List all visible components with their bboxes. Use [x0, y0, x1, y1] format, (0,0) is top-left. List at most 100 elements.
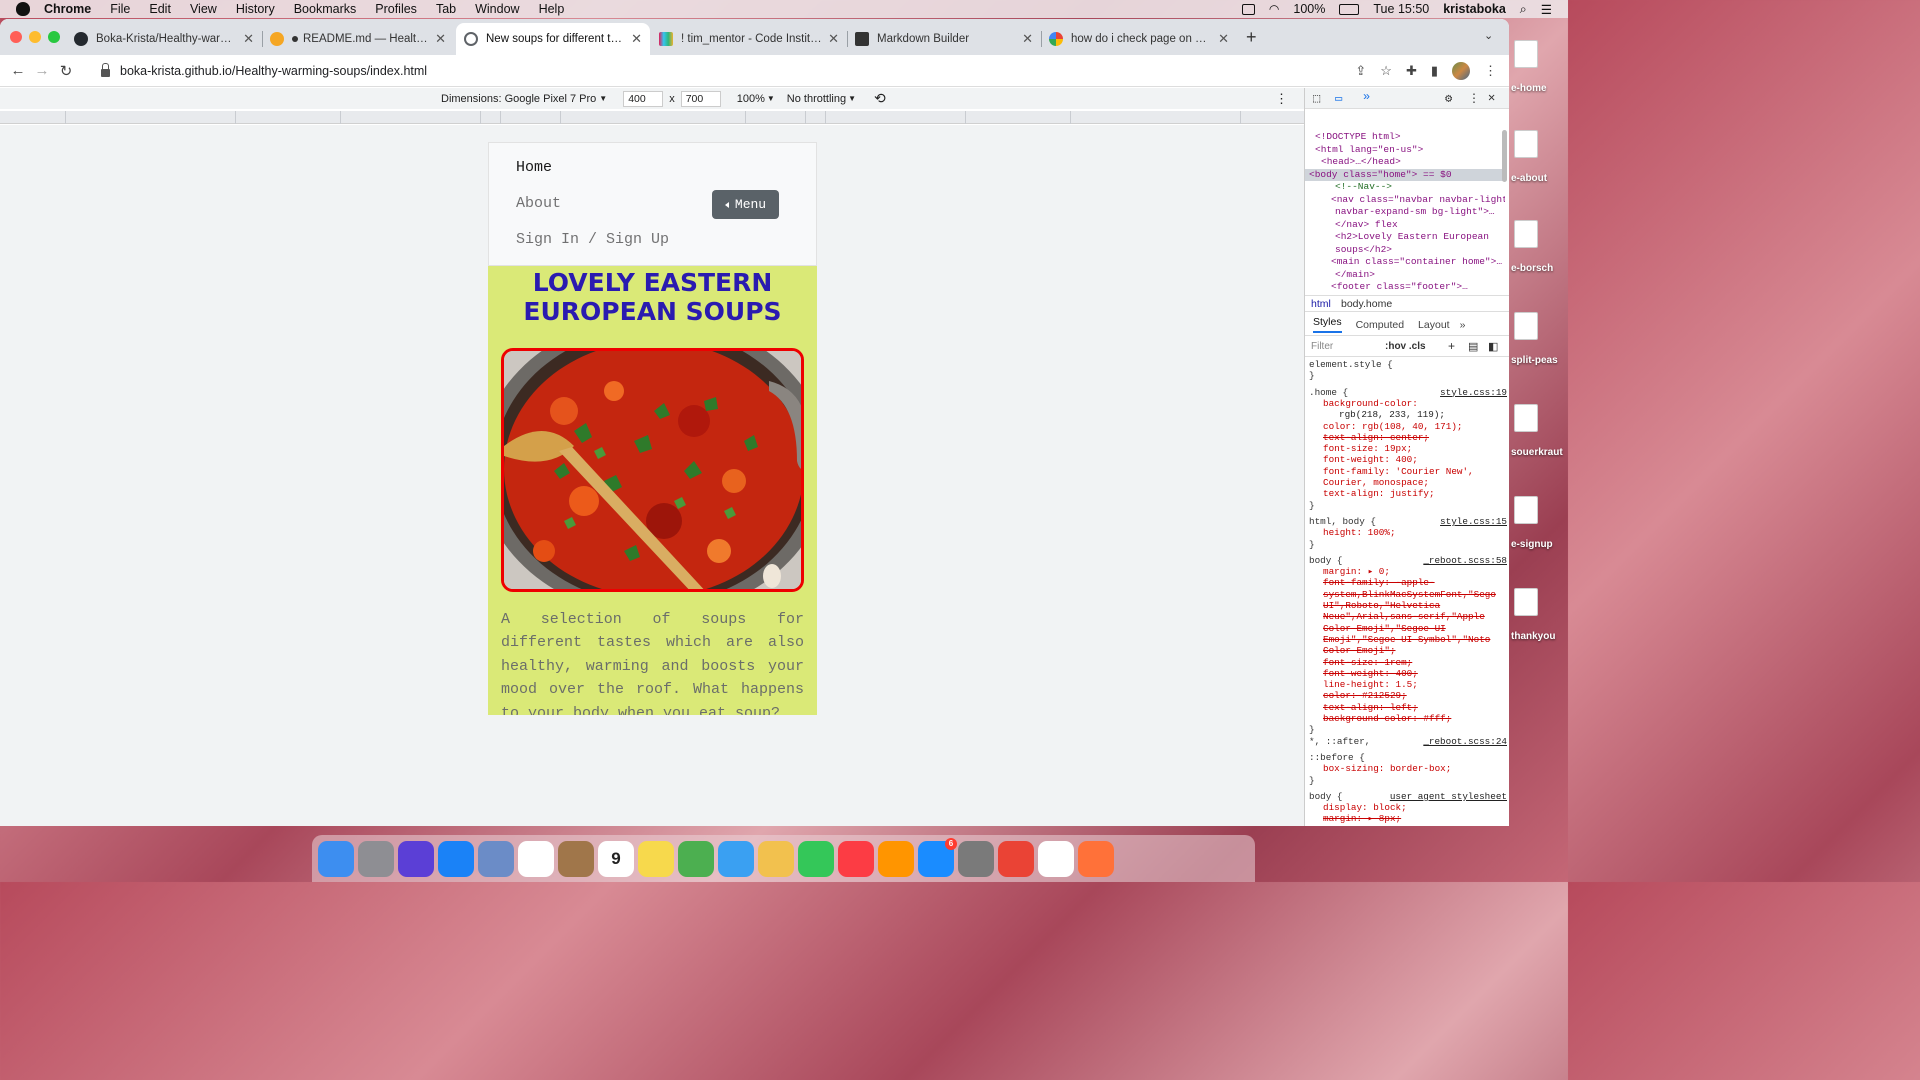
crumb-html[interactable]: html [1311, 298, 1331, 310]
close-tab-icon[interactable]: ✕ [1218, 31, 1229, 47]
css-rule-line[interactable]: margin: ▸ 8px; [1309, 813, 1509, 825]
new-tab-button[interactable]: + [1246, 27, 1257, 48]
css-rule-line[interactable]: } [1309, 539, 1509, 551]
css-rule-line[interactable]: font-weight: 400; [1309, 668, 1509, 680]
dom-node-line[interactable]: soups</h2> [1305, 244, 1505, 257]
nav-home-link[interactable]: Home [516, 159, 552, 176]
css-rule-line[interactable]: element.style { [1309, 359, 1509, 371]
app-store-icon[interactable]: 6 [918, 837, 957, 877]
desktop-file-label[interactable]: e-signup [1511, 539, 1553, 550]
css-source-link[interactable]: _reboot.scss:58 [1423, 555, 1507, 567]
menu-tab[interactable]: Tab [436, 2, 456, 16]
menu-app-name[interactable]: Chrome [44, 2, 91, 16]
css-rule-line[interactable]: Color Emoji","Segoe UI [1309, 623, 1509, 635]
tab-styles[interactable]: Styles [1313, 316, 1342, 333]
menu-history[interactable]: History [236, 2, 275, 16]
device-more-icon[interactable]: ⋮ [1275, 91, 1288, 107]
tab-markdown-builder[interactable]: Markdown Builder ✕ [847, 23, 1041, 55]
notes-book-icon[interactable] [558, 840, 594, 877]
music-icon[interactable] [838, 840, 874, 877]
css-rule-line[interactable]: } [1309, 724, 1509, 736]
dom-node-line[interactable]: <h2>Lovely Eastern European [1305, 231, 1505, 244]
css-rule-line[interactable]: font-family: 'Courier New', [1309, 466, 1509, 478]
dom-node-line[interactable]: <head>…</head> [1305, 156, 1505, 169]
menu-window[interactable]: Window [475, 2, 519, 16]
css-rule-line[interactable]: height: 100%; [1309, 527, 1509, 539]
mail-icon[interactable] [478, 840, 514, 877]
tray-app-icon[interactable] [1241, 3, 1255, 15]
close-tab-icon[interactable]: ✕ [243, 31, 254, 47]
close-tab-icon[interactable]: ✕ [631, 31, 642, 47]
back-button[interactable]: ← [6, 62, 30, 79]
vscode-icon[interactable] [1038, 840, 1074, 877]
dom-node-line[interactable]: <nav class="navbar navbar-light [1305, 194, 1505, 207]
css-rule-line[interactable]: Color Emoji"; [1309, 645, 1509, 657]
dom-node-line[interactable]: <!--Nav--> [1305, 181, 1505, 194]
css-rule-line[interactable]: Neue",Arial,sans-serif,"Apple [1309, 611, 1509, 623]
sidebar-toggle-icon[interactable]: ◧ [1488, 340, 1498, 353]
css-rule-line[interactable]: } [1309, 370, 1509, 382]
tab-google-search[interactable]: how do i check page on excel a ✕ [1041, 23, 1237, 55]
minimize-window-button[interactable] [29, 31, 41, 43]
calendar-icon[interactable]: 9 [598, 840, 634, 877]
css-rule-line[interactable]: color: #212529; [1309, 690, 1509, 702]
desktop-file-icon[interactable] [1514, 496, 1538, 524]
css-rule-line[interactable]: } [1309, 775, 1509, 787]
address-bar[interactable]: boka-krista.github.io/Healthy-warming-so… [89, 58, 1399, 84]
tab-search-chevron-icon[interactable]: ⌄ [1484, 29, 1493, 42]
messages-icon[interactable] [718, 840, 754, 877]
menu-help[interactable]: Help [539, 2, 565, 16]
siri-icon[interactable] [398, 840, 434, 877]
search-icon[interactable]: ⌕ [1520, 2, 1527, 17]
dom-node-line[interactable]: <!DOCTYPE html> [1305, 131, 1505, 144]
clock[interactable]: Tue 15:50 [1373, 2, 1429, 16]
extensions-puzzle-icon[interactable]: ✚ [1406, 63, 1417, 79]
dom-scrollbar[interactable] [1502, 130, 1507, 182]
dom-node-line[interactable]: <body class="home"> == $0 [1305, 168, 1505, 181]
stickies-icon[interactable] [638, 840, 674, 877]
css-rule-line[interactable]: } [1309, 500, 1509, 512]
dom-node-line[interactable]: </main> [1305, 269, 1505, 282]
css-rule-line[interactable]: color: rgb(108, 40, 171); [1309, 421, 1509, 433]
desktop-file-label[interactable]: souerkraut [1511, 447, 1563, 458]
firefox-icon[interactable] [1078, 840, 1114, 877]
menu-view[interactable]: View [190, 2, 217, 16]
css-rule-line[interactable]: font-family: -apple- [1309, 577, 1509, 589]
desktop-file-label[interactable]: split-peas [1511, 355, 1558, 366]
photos-icon[interactable] [758, 840, 794, 877]
close-tab-icon[interactable]: ✕ [828, 31, 839, 47]
css-rule-line[interactable]: Courier, monospace; [1309, 477, 1509, 489]
css-rule-line[interactable]: font-size: 1rem; [1309, 657, 1509, 669]
close-window-button[interactable] [10, 31, 22, 43]
styles-filter-input[interactable]: Filter [1311, 341, 1333, 352]
maps-icon[interactable] [678, 840, 714, 877]
menu-bookmarks[interactable]: Bookmarks [294, 2, 357, 16]
desktop-file-label[interactable]: e-borsch [1511, 263, 1553, 274]
devtools-menu-icon[interactable]: ⋮ [1468, 91, 1480, 106]
css-rule-line[interactable]: text-align: justify; [1309, 488, 1509, 500]
css-rule-line[interactable]: body {user agent stylesheet [1309, 791, 1509, 803]
dom-node-line[interactable]: navbar-expand-sm bg-light">… [1305, 206, 1505, 219]
chrome-menu-icon[interactable]: ⋮ [1484, 63, 1497, 79]
css-rule-line[interactable]: system,BlinkMacSystemFont,"Sego [1309, 589, 1509, 601]
inspect-element-icon[interactable]: ⬚ [1313, 91, 1320, 106]
battery-icon[interactable] [1339, 3, 1360, 15]
system-preferences-icon[interactable] [958, 840, 994, 877]
menu-toggle-button[interactable]: Menu [712, 190, 779, 219]
launchpad-icon[interactable] [358, 840, 394, 877]
css-rule-line[interactable]: box-sizing: border-box; [1309, 763, 1509, 775]
tab-computed[interactable]: Computed [1356, 319, 1404, 331]
desktop-file-icon[interactable] [1514, 312, 1538, 340]
zoom-window-button[interactable] [48, 31, 60, 43]
desktop-file-icon[interactable] [1514, 40, 1538, 68]
desktop-file-label[interactable]: e-about [1511, 173, 1547, 184]
side-panel-icon[interactable]: ▮ [1431, 63, 1438, 79]
apple-logo-icon[interactable] [16, 2, 30, 16]
css-rule-line[interactable]: UI",Roboto,"Helvetica [1309, 600, 1509, 612]
viewport-width-input[interactable]: 400 [623, 90, 664, 107]
close-devtools-icon[interactable]: ✕ [1488, 90, 1495, 105]
share-icon[interactable]: ⇪ [1355, 63, 1366, 79]
crumb-body[interactable]: body.home [1341, 298, 1392, 310]
device-dimensions-select[interactable]: Dimensions: Google Pixel 7 Pro [441, 93, 596, 105]
finder-icon[interactable] [318, 840, 354, 877]
